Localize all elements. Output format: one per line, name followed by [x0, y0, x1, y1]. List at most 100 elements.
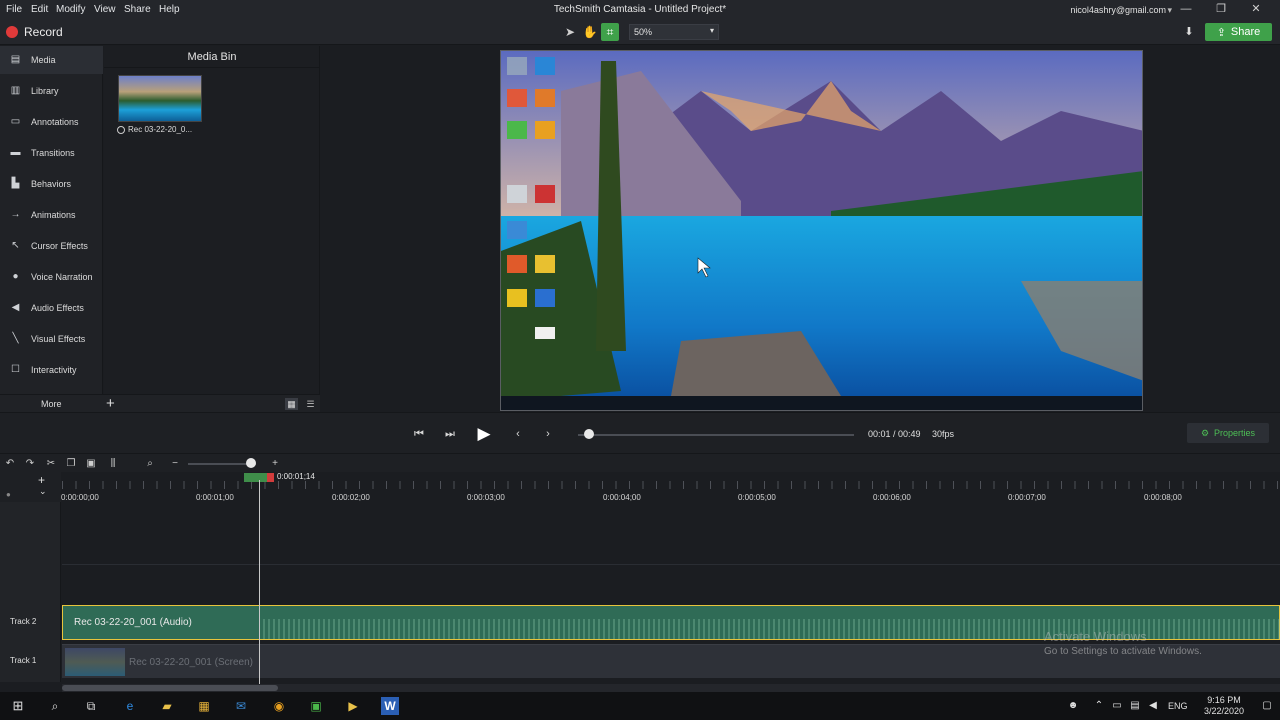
keyboard-icon[interactable]: ▭ — [1108, 697, 1126, 715]
language-indicator[interactable]: ENG — [1168, 701, 1188, 711]
zoom-out-icon[interactable]: − — [168, 457, 182, 470]
timeline-ruler[interactable]: + ⌄ ● 0:00:00;00 0:00:01;00 0:00:02;00 0… — [0, 472, 1280, 502]
clock-time: 9:16 PM — [1207, 695, 1241, 705]
share-label: Share — [1230, 26, 1261, 38]
zoom-icon[interactable]: ⌕ — [143, 457, 157, 470]
track-2-label[interactable]: Track 2 — [10, 617, 36, 626]
add-icon[interactable]: + — [106, 395, 115, 412]
playhead-out-marker[interactable] — [267, 473, 274, 482]
record-button[interactable]: Record — [6, 24, 63, 40]
speaker-icon: ◀ — [11, 302, 20, 313]
previous-clip-icon[interactable]: ‹ — [509, 426, 527, 442]
add-track-icon[interactable]: + — [38, 473, 45, 487]
tool-interactivity[interactable]: ☐ Interactivity — [0, 356, 103, 384]
menu-view[interactable]: View — [94, 4, 116, 15]
windows-start-icon[interactable]: ⊞ — [9, 697, 27, 715]
tool-label: Library — [31, 86, 59, 96]
menu-bar: File Edit Modify View Share Help TechSmi… — [0, 0, 1280, 19]
collapse-icon[interactable]: ⌄ — [39, 486, 47, 497]
zoom-select[interactable]: 50% ▾ — [629, 24, 719, 40]
track-1-label[interactable]: Track 1 — [10, 656, 36, 665]
transition-icon: ▬ — [10, 147, 21, 158]
marker-icon[interactable]: ● — [6, 490, 11, 499]
tool-annotations[interactable]: ▭ Annotations — [0, 108, 103, 136]
tool-label: Voice Narration — [31, 272, 93, 282]
menu-edit[interactable]: Edit — [31, 4, 48, 15]
play-button[interactable]: ▶ — [472, 422, 496, 446]
tool-animations[interactable]: → Animations — [0, 201, 103, 229]
more-button[interactable]: More — [41, 399, 62, 409]
close-icon[interactable]: ✕ — [1246, 2, 1266, 17]
people-icon[interactable]: ☻ — [1064, 697, 1082, 715]
file-explorer-icon[interactable]: ▰ — [158, 697, 176, 715]
properties-button[interactable]: ⚙ Properties — [1187, 423, 1269, 443]
list-view-icon[interactable]: ☰ — [304, 398, 317, 410]
account-chevron-icon[interactable]: ▾ — [1167, 5, 1172, 16]
system-clock[interactable]: 9:16 PM 3/22/2020 — [1196, 695, 1252, 717]
tool-behaviors[interactable]: ▙ Behaviors — [0, 170, 103, 198]
minimize-icon[interactable]: — — [1176, 2, 1196, 17]
media-player-icon[interactable]: ▶ — [344, 697, 362, 715]
step-forward-icon[interactable]: ⏭ — [441, 426, 459, 442]
ruler-label: 0:00:02;00 — [332, 493, 370, 502]
timeline-scrollbar-thumb[interactable] — [62, 685, 278, 691]
store-icon[interactable]: ▦ — [195, 697, 213, 715]
notifications-icon[interactable]: ▢ — [1258, 697, 1276, 715]
audio-clip-label: Rec 03-22-20_001 (Audio) — [74, 617, 192, 628]
chevron-up-icon[interactable]: ⌃ — [1090, 697, 1108, 715]
media-bin-title: Media Bin — [187, 51, 237, 63]
step-back-icon[interactable]: ⏮ — [410, 426, 428, 442]
word-icon[interactable]: W — [381, 697, 399, 715]
ruler-label: 0:00:05;00 — [738, 493, 776, 502]
chrome-icon[interactable]: ◉ — [270, 697, 288, 715]
mail-icon[interactable]: ✉ — [232, 697, 250, 715]
menu-file[interactable]: File — [6, 4, 22, 15]
tool-cursor-effects[interactable]: ↖ Cursor Effects — [0, 232, 103, 260]
split-icon[interactable]: ⫼ — [106, 457, 120, 470]
next-clip-icon[interactable]: › — [539, 426, 557, 442]
playhead-time: 0:00:01;14 — [277, 472, 315, 481]
task-view-icon[interactable]: ⧉ — [82, 697, 100, 715]
tool-voice-narration[interactable]: ● Voice Narration — [0, 263, 103, 291]
preview-canvas[interactable] — [500, 50, 1143, 411]
edge-icon[interactable]: e — [121, 697, 139, 715]
cut-icon[interactable]: ✂ — [44, 457, 58, 470]
copy-icon[interactable]: ❐ — [64, 457, 78, 470]
menu-share[interactable]: Share — [124, 4, 151, 15]
account-menu[interactable]: nicol4ashry@gmail.com — [1070, 5, 1166, 15]
share-button[interactable]: ⇪ Share — [1205, 23, 1272, 41]
media-thumbnail[interactable] — [118, 75, 202, 122]
tool-visual-effects[interactable]: ╲ Visual Effects — [0, 325, 103, 353]
restore-icon[interactable]: ❐ — [1211, 2, 1231, 17]
paste-icon[interactable]: ▣ — [84, 457, 98, 470]
redo-icon[interactable]: ↷ — [23, 457, 37, 470]
menu-help[interactable]: Help — [159, 4, 180, 15]
tool-label: Annotations — [31, 117, 79, 127]
tool-library[interactable]: ▥ Library — [0, 77, 103, 105]
clock-date: 3/22/2020 — [1203, 706, 1245, 716]
cursor-icon: ↖ — [11, 240, 20, 251]
tool-media[interactable]: ▤ Media — [0, 46, 103, 74]
volume-icon[interactable]: ◀ — [1144, 697, 1162, 715]
select-tool-icon[interactable]: ➤ — [561, 23, 579, 41]
download-icon[interactable]: ⬇ — [1181, 23, 1197, 41]
grid-view-icon[interactable]: ▦ — [285, 398, 298, 410]
camtasia-icon[interactable]: ▣ — [307, 697, 325, 715]
crop-tool-icon[interactable]: ⌗ — [601, 23, 619, 41]
timeline-zoom-handle[interactable] — [246, 458, 256, 468]
scrub-handle[interactable] — [584, 429, 594, 439]
network-icon[interactable]: ▤ — [1126, 697, 1144, 715]
search-icon[interactable]: ⌕ — [46, 697, 64, 715]
undo-icon[interactable]: ↶ — [3, 457, 17, 470]
tool-audio-effects[interactable]: ◀ Audio Effects — [0, 294, 103, 322]
panel-footer: More + ▦ ☰ — [0, 394, 320, 412]
pan-tool-icon[interactable]: ✋ — [581, 23, 599, 41]
activate-windows-title: Activate Windows — [1044, 629, 1147, 644]
scrub-track[interactable] — [578, 434, 854, 436]
timeline-scrollbar[interactable] — [62, 684, 1280, 692]
zoom-in-icon[interactable]: + — [268, 457, 282, 470]
tool-transitions[interactable]: ▬ Transitions — [0, 139, 103, 167]
menu-modify[interactable]: Modify — [56, 4, 85, 15]
tool-label: Transitions — [31, 148, 75, 158]
ruler-label: 0:00:01;00 — [196, 493, 234, 502]
